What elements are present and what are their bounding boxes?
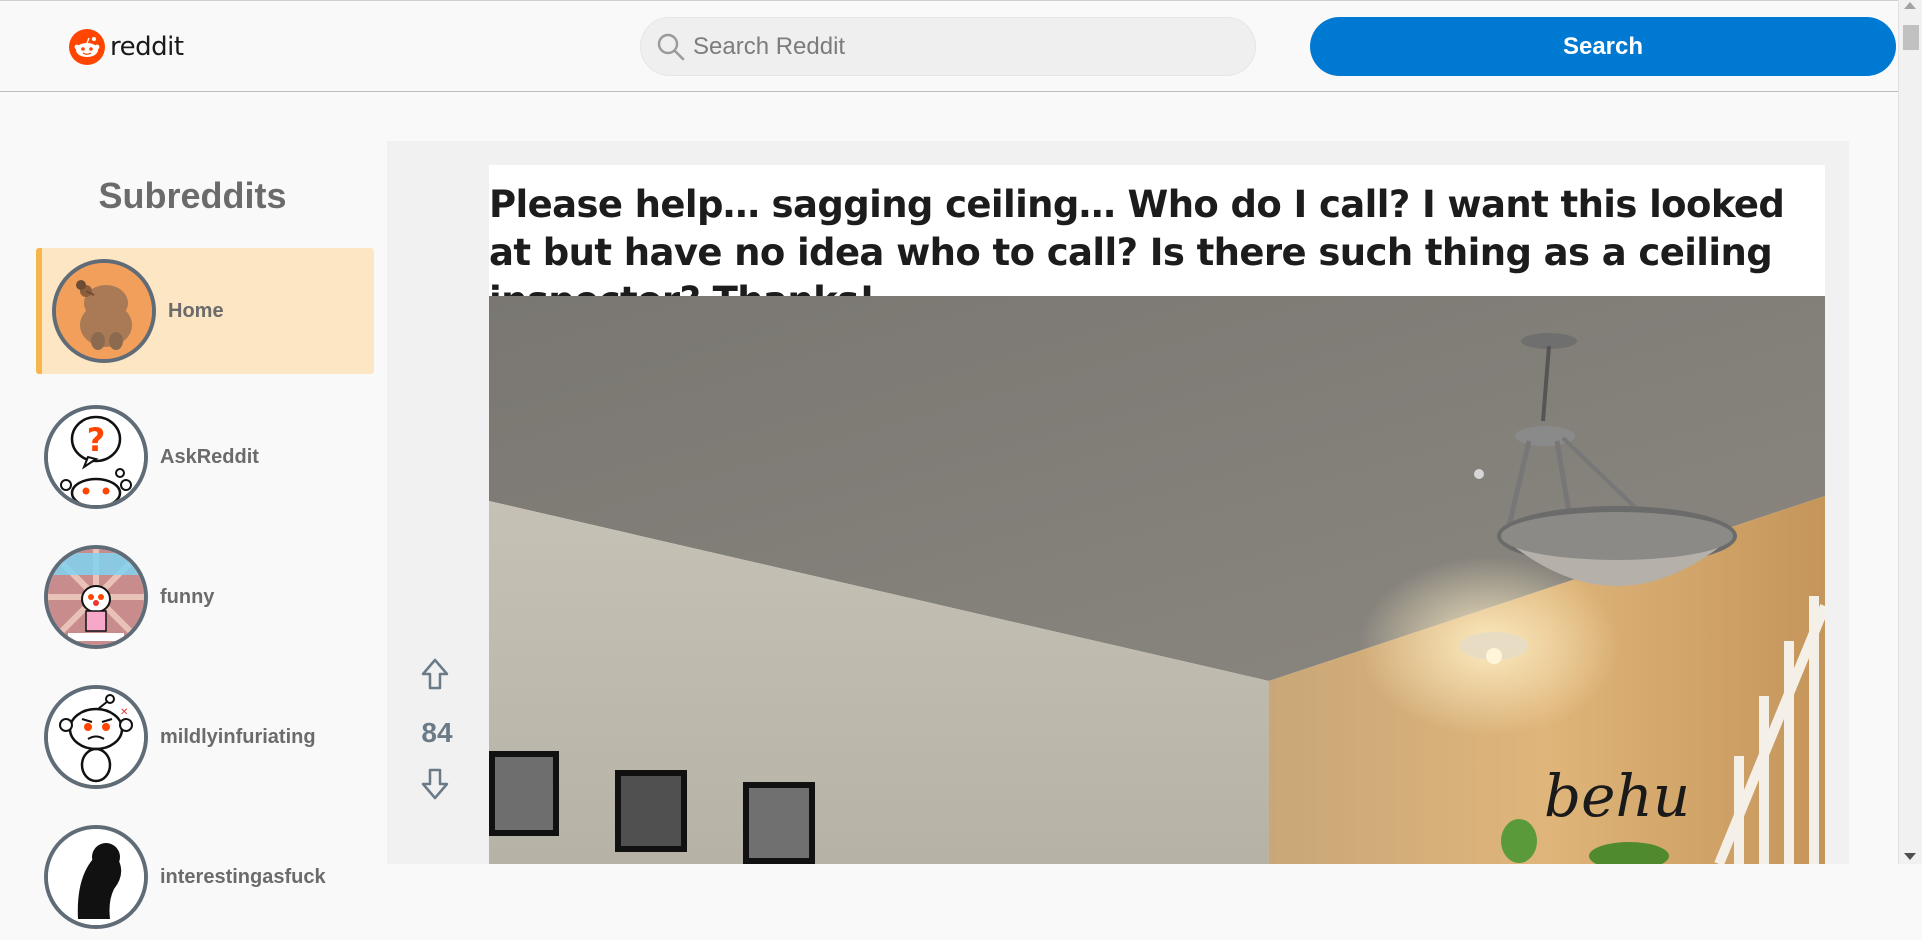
upvote-arrow-icon[interactable]: [420, 657, 450, 691]
interestingasfuck-avatar-icon: [44, 825, 148, 929]
scroll-down-arrow-icon[interactable]: [1904, 853, 1916, 860]
search-icon: [655, 31, 687, 63]
sidebar-item-label: interestingasfuck: [160, 865, 326, 888]
post-card[interactable]: Please help… sagging ceiling… Who do I c…: [489, 165, 1825, 864]
sidebar-title: Subreddits: [98, 175, 287, 216]
sidebar-item-label: funny: [160, 585, 215, 608]
vote-count: 84: [421, 717, 453, 748]
search-button[interactable]: Search: [1310, 17, 1896, 76]
sidebar-item-home[interactable]: Home: [36, 248, 374, 374]
top-bar: reddit Search: [0, 0, 1898, 92]
search-bar[interactable]: [640, 17, 1256, 76]
subreddit-sidebar: Subreddits Home ? AskReddit funny ✕ mild…: [0, 92, 385, 929]
page-scrollbar[interactable]: [1898, 0, 1922, 864]
sidebar-item-mildlyinfuriating[interactable]: ✕ mildlyinfuriating: [36, 674, 374, 800]
sidebar-item-label: mildlyinfuriating: [160, 725, 316, 748]
reddit-logo[interactable]: reddit: [69, 29, 184, 65]
logo-wordmark: reddit: [110, 32, 184, 62]
mildlyinfuriating-avatar-icon: ✕: [44, 685, 148, 789]
sidebar-item-askreddit[interactable]: ? AskReddit: [36, 394, 374, 520]
sidebar-item-label: Home: [168, 299, 224, 322]
feed-panel: 84 Please help… sagging ceiling… Who do …: [387, 141, 1849, 864]
scroll-up-arrow-icon[interactable]: [1904, 2, 1916, 9]
search-input[interactable]: [691, 31, 1231, 62]
askreddit-avatar-icon: ?: [44, 405, 148, 509]
svg-text:behu: behu: [1544, 762, 1690, 830]
sidebar-item-interestingasfuck[interactable]: interestingasfuck: [36, 814, 374, 940]
sidebar-item-label: AskReddit: [160, 445, 259, 468]
reddit-snoo-icon: [69, 29, 105, 65]
sidebar-item-funny[interactable]: funny: [36, 534, 374, 660]
downvote-arrow-icon[interactable]: [420, 767, 450, 801]
funny-avatar-icon: [44, 545, 148, 649]
scroll-thumb[interactable]: [1903, 25, 1919, 50]
svg-text:?: ?: [87, 421, 106, 459]
post-image[interactable]: behu: [489, 296, 1825, 864]
home-avatar-icon: [52, 259, 156, 363]
svg-text:✕: ✕: [120, 707, 128, 718]
